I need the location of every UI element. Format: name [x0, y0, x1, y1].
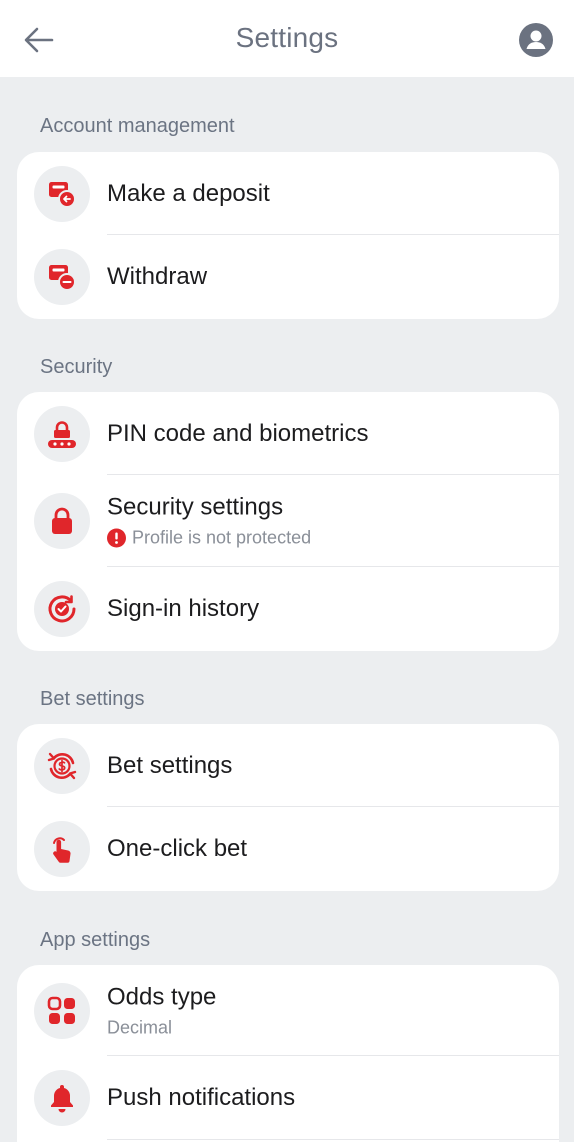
icon-circle — [34, 405, 90, 462]
withdraw-icon — [49, 265, 76, 291]
divider — [107, 1139, 559, 1140]
page-title: Settings — [235, 22, 339, 53]
icon-circle — [34, 581, 90, 637]
item-label: Withdraw — [107, 263, 208, 290]
icon-circle — [34, 249, 90, 305]
grid-icon — [47, 996, 75, 1024]
item-label: Bet settings — [107, 751, 233, 779]
icon-circle — [34, 821, 90, 877]
deposit-icon — [49, 181, 76, 208]
lock-icon — [52, 507, 72, 534]
section-title-bet-settings: Bet settings — [40, 688, 145, 710]
odds-type-item[interactable]: Odds type Decimal — [17, 965, 559, 1056]
item-label: Odds type — [107, 983, 217, 1010]
pin-lock-icon — [48, 420, 76, 448]
odds-type-value: Decimal — [107, 1017, 173, 1037]
security-settings-item[interactable]: Security settings Profile is not protect… — [17, 475, 559, 567]
pin-code-item[interactable]: PIN code and biometrics — [17, 392, 559, 475]
card-bet-settings: Bet settings One-click bet — [17, 724, 559, 891]
item-sublabel: Profile is not protected — [107, 528, 539, 549]
section-title-app-settings: App settings — [40, 929, 151, 951]
item-label: Push notifications — [107, 1084, 296, 1111]
item-label: One-click bet — [107, 835, 248, 862]
item-label: Security settings — [107, 493, 284, 521]
icon-circle — [34, 165, 90, 222]
warning-icon — [107, 528, 126, 548]
card-security: PIN code and biometrics Security setting… — [17, 392, 559, 651]
icon-circle — [34, 737, 90, 794]
top-bar: Settings — [0, 0, 574, 77]
item-label: Make a deposit — [107, 179, 270, 207]
card-account-management: Make a deposit Withdraw — [17, 152, 559, 319]
icon-circle — [34, 982, 90, 1039]
icon-circle — [34, 1070, 90, 1126]
one-click-bet-item[interactable]: One-click bet — [17, 807, 559, 891]
protection-status-text: Profile is not protected — [132, 527, 312, 548]
profile-button[interactable] — [516, 20, 556, 60]
sign-in-history-icon — [48, 595, 76, 623]
tap-finger-icon — [53, 837, 71, 863]
make-deposit-item[interactable]: Make a deposit — [17, 152, 559, 235]
card-app-settings: Odds type Decimal Push notifications — [17, 965, 559, 1142]
user-avatar-icon — [519, 23, 553, 57]
withdraw-item[interactable]: Withdraw — [17, 235, 559, 319]
sign-in-history-item[interactable]: Sign-in history — [17, 567, 559, 651]
item-label: PIN code and biometrics — [107, 419, 369, 447]
bet-settings-item[interactable]: Bet settings — [17, 724, 559, 807]
bell-icon — [51, 1085, 73, 1113]
icon-circle — [34, 493, 90, 549]
section-title-account-management: Account management — [40, 115, 235, 137]
push-notifications-item[interactable]: Push notifications — [17, 1056, 559, 1140]
item-label: Sign-in history — [107, 595, 260, 622]
section-title-security: Security — [40, 356, 113, 378]
bet-settings-icon — [47, 752, 77, 779]
